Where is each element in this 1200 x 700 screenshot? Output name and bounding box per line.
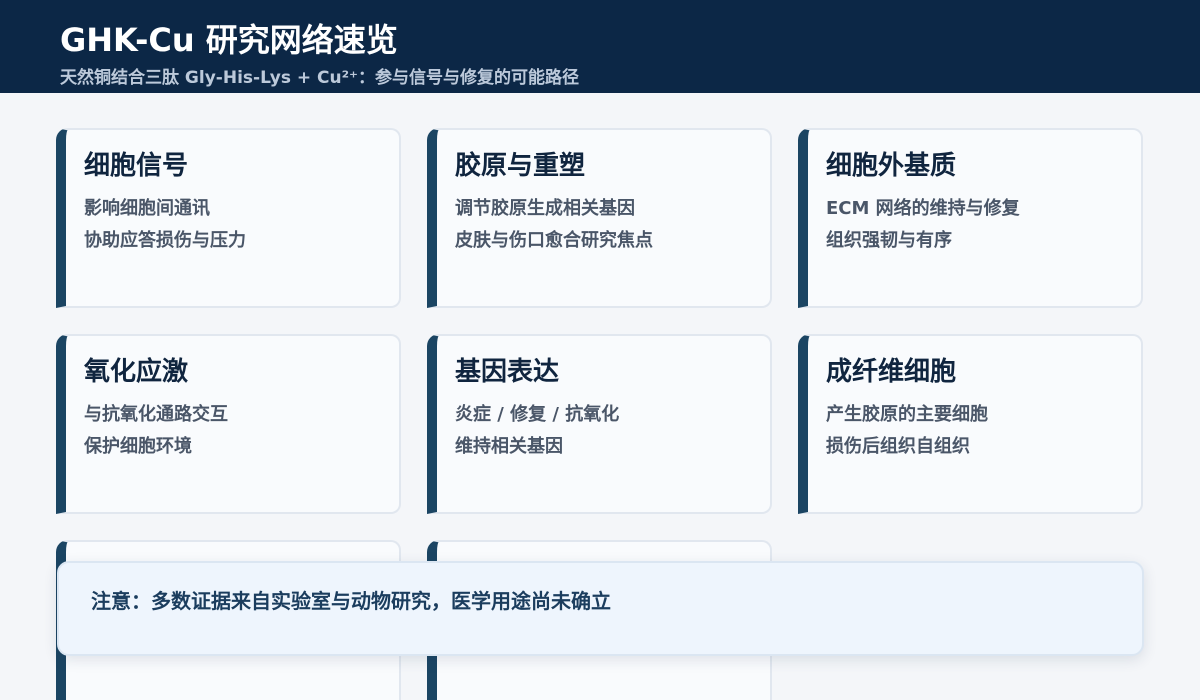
card-title: 成纤维细胞 [826, 357, 957, 387]
disclaimer-notice: 注意：多数证据来自实验室与动物研究，医学用途尚未确立 [57, 561, 1144, 656]
card-line: 与抗氧化通路交互 [84, 404, 228, 425]
card-gene-expression: 基因表达 炎症 / 修复 / 抗氧化 维持相关基因 [427, 334, 772, 514]
card-line: 调节胶原生成相关基因 [455, 198, 635, 219]
card-fibroblasts: 成纤维细胞 产生胶原的主要细胞 损伤后组织自组织 [798, 334, 1143, 514]
card-line: 保护细胞环境 [84, 436, 192, 457]
card-title: 基因表达 [455, 357, 560, 387]
card-title: 细胞外基质 [826, 151, 957, 181]
card-line: 炎症 / 修复 / 抗氧化 [455, 404, 620, 425]
card-line: 协助应答损伤与压力 [84, 230, 246, 251]
card-line: 影响细胞间通讯 [84, 198, 210, 219]
card-title: 胶原与重塑 [455, 151, 586, 181]
page-title: GHK-Cu 研究网络速览 [60, 21, 398, 59]
card-line: 组织强韧与有序 [826, 230, 952, 251]
card-line: 损伤后组织自组织 [826, 436, 970, 457]
card-line: 皮肤与伤口愈合研究焦点 [455, 230, 653, 251]
notice-text: 注意：多数证据来自实验室与动物研究，医学用途尚未确立 [91, 589, 611, 613]
card-line: ECM 网络的维持与修复 [826, 198, 1020, 219]
page-subtitle: 天然铜结合三肽 Gly-His-Lys + Cu²⁺：参与信号与修复的可能路径 [60, 68, 580, 88]
card-cell-signaling: 细胞信号 影响细胞间通讯 协助应答损伤与压力 [56, 128, 401, 308]
card-oxidative-stress: 氧化应激 与抗氧化通路交互 保护细胞环境 [56, 334, 401, 514]
card-title: 细胞信号 [84, 151, 189, 181]
page-header: GHK-Cu 研究网络速览 天然铜结合三肽 Gly-His-Lys + Cu²⁺… [0, 0, 1200, 93]
card-title: 氧化应激 [84, 357, 189, 387]
card-line: 维持相关基因 [455, 436, 563, 457]
card-line: 产生胶原的主要细胞 [826, 404, 988, 425]
card-collagen-remodeling: 胶原与重塑 调节胶原生成相关基因 皮肤与伤口愈合研究焦点 [427, 128, 772, 308]
card-extracellular-matrix: 细胞外基质 ECM 网络的维持与修复 组织强韧与有序 [798, 128, 1143, 308]
